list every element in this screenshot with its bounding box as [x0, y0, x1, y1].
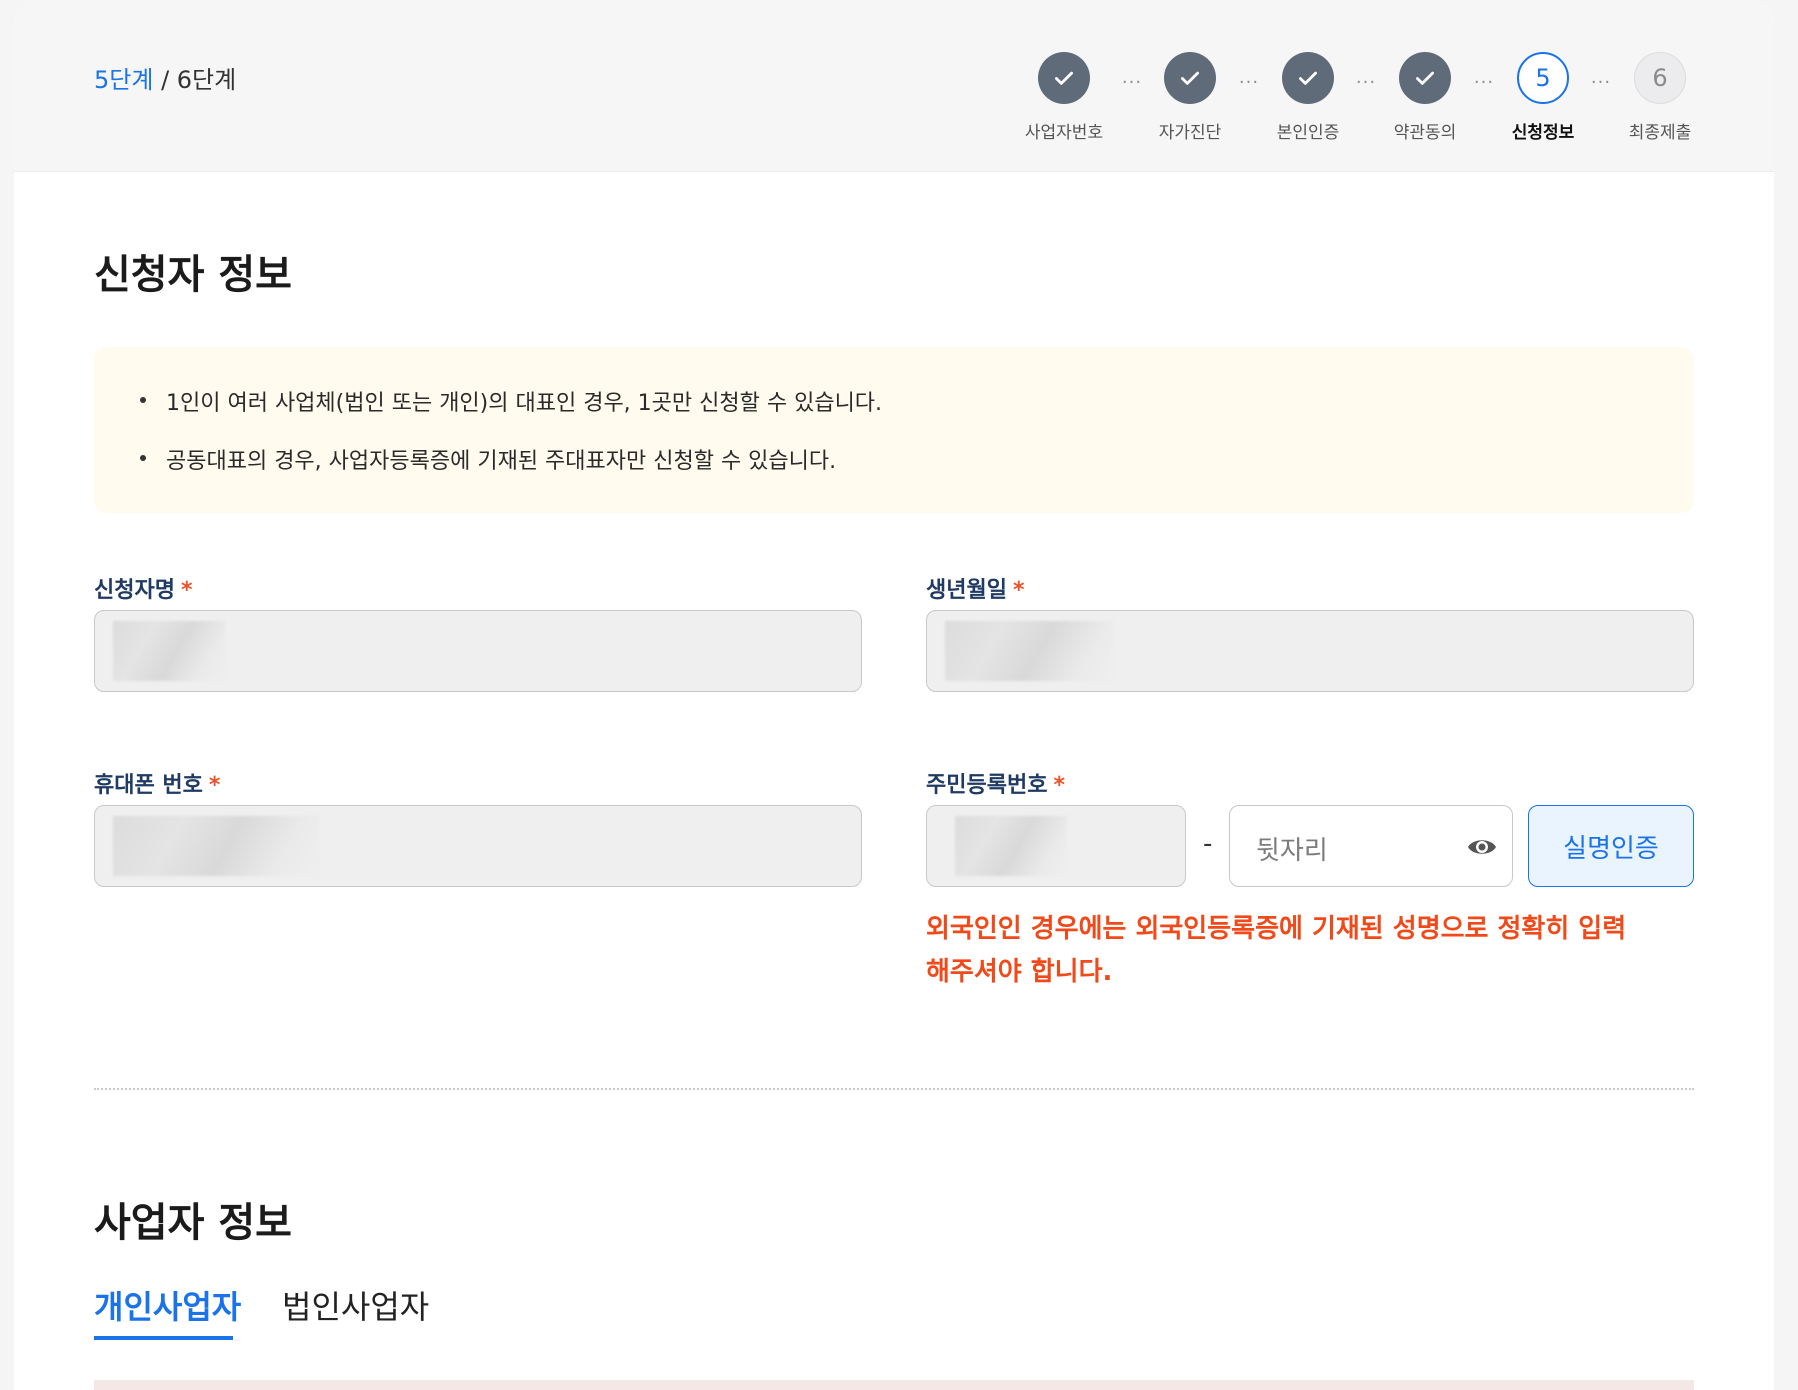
check-icon	[1038, 52, 1090, 104]
masked-value	[113, 816, 319, 876]
birthdate-field[interactable]	[926, 610, 1694, 692]
rrn-dash: -	[1203, 829, 1213, 859]
masked-value	[955, 816, 1067, 876]
required-mark: *	[208, 773, 221, 798]
real-name-verify-button[interactable]: 실명인증	[1528, 805, 1694, 887]
step-header: 5단계 / 6단계 사업자번호 ··· 자가진단 ··· 본인인증 ··· 약관…	[14, 0, 1774, 172]
section-divider	[94, 1088, 1694, 1090]
check-icon	[1164, 52, 1216, 104]
step-identity-verification: 본인인증	[1248, 52, 1368, 143]
applicant-section-title: 신청자 정보	[94, 252, 292, 298]
step-final-submit: 6 최종제출	[1600, 52, 1720, 143]
phone-label-text: 휴대폰 번호	[94, 773, 203, 798]
phone-field[interactable]	[94, 805, 862, 887]
notice-item: 공동대표의 경우, 사업자등록증에 기재된 주대표자만 신청할 수 있습니다.	[140, 443, 1694, 501]
applicant-name-label-text: 신청자명	[94, 578, 175, 603]
rrn-back-placeholder: 뒷자리	[1256, 836, 1328, 866]
birthdate-label-text: 생년월일	[926, 578, 1007, 603]
rrn-back-field[interactable]: 뒷자리	[1229, 805, 1513, 887]
step-label: 최종제출	[1628, 123, 1692, 143]
rrn-front-field[interactable]	[926, 805, 1186, 887]
foreigner-warning-text: 외국인인 경우에는 외국인등록증에 기재된 성명으로 정확히 입력해주셔야 합니…	[926, 914, 1627, 987]
required-mark: *	[1012, 578, 1025, 603]
step-label: 약관동의	[1393, 123, 1457, 143]
step-number: 5	[1517, 52, 1569, 104]
eye-icon[interactable]	[1466, 833, 1498, 861]
step-label: 자가진단	[1158, 123, 1222, 143]
step-label: 사업자번호	[1024, 123, 1104, 143]
step-business-number: 사업자번호	[1004, 52, 1124, 143]
business-section-title: 사업자 정보	[94, 1200, 292, 1246]
tab-corporate-business[interactable]: 법인사업자	[282, 1282, 429, 1328]
step-number: 6	[1634, 52, 1686, 104]
rrn-label: 주민등록번호 *	[926, 767, 1065, 799]
applicant-name-label: 신청자명 *	[94, 572, 192, 604]
check-icon	[1399, 52, 1451, 104]
notice-box: 1인이 여러 사업체(법인 또는 개인)의 대표인 경우, 1곳만 신청할 수 …	[94, 347, 1694, 513]
applicant-name-field[interactable]	[94, 610, 862, 692]
step-label: 본인인증	[1276, 123, 1340, 143]
required-mark: *	[1053, 773, 1065, 798]
notice-item: 1인이 여러 사업체(법인 또는 개인)의 대표인 경우, 1곳만 신청할 수 …	[140, 385, 1694, 443]
step-label: 신청정보	[1511, 123, 1575, 143]
check-icon	[1282, 52, 1334, 104]
step-application-info: 5 신청정보	[1483, 52, 1603, 143]
step-terms-agreement: 약관동의	[1365, 52, 1485, 143]
rrn-label-text: 주민등록번호	[926, 773, 1048, 798]
next-section-edge	[94, 1380, 1694, 1390]
tab-individual-business[interactable]: 개인사업자	[94, 1282, 241, 1328]
required-mark: *	[180, 578, 193, 603]
step-self-diagnosis: 자가진단	[1130, 52, 1250, 143]
birthdate-label: 생년월일 *	[926, 572, 1024, 604]
phone-label: 휴대폰 번호 *	[94, 767, 220, 799]
application-card: 5단계 / 6단계 사업자번호 ··· 자가진단 ··· 본인인증 ··· 약관…	[14, 0, 1774, 1390]
active-tab-indicator	[94, 1336, 233, 1340]
masked-value	[945, 621, 1113, 681]
progress-stepper: 사업자번호 ··· 자가진단 ··· 본인인증 ··· 약관동의 ··· 5 신…	[14, 52, 1774, 152]
masked-value	[113, 621, 225, 681]
